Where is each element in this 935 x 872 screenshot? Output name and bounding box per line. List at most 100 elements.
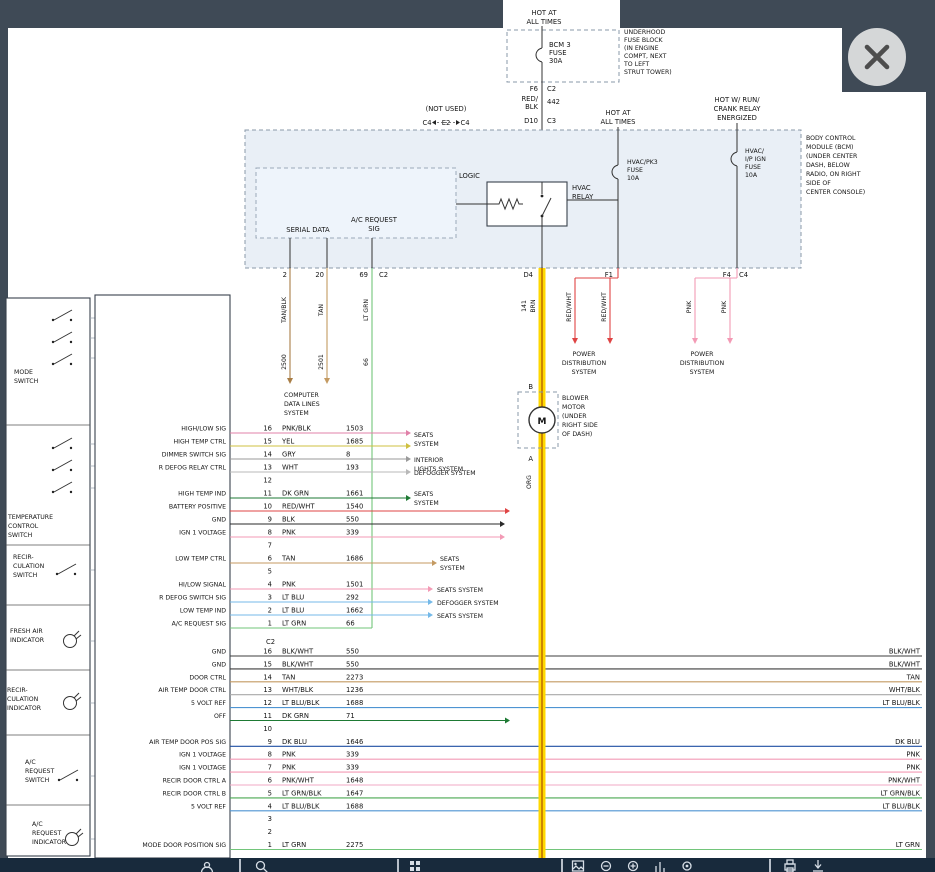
wire-color-label: GRY [282,451,297,459]
signal-label: GND [212,661,226,668]
hot-at-all-times-mid: HOT ATALL TIMES [600,109,635,126]
circuit-number: 2500 [281,354,288,370]
circuit-number: 71 [346,712,355,720]
wire-color-label: BLK [282,516,295,524]
signal-label: AIR TEMP DOOR POS SIG [149,739,226,746]
wire-color-label: LT GRN [896,841,920,849]
circuit-number: 1648 [346,777,363,785]
signal-label: R DEFOG RELAY CTRL [159,465,227,472]
pin-number: 10 [263,503,272,511]
wire-color-label: BLK/WHT [282,648,314,656]
close-button[interactable] [848,28,906,86]
conn-c2: C2 [547,85,556,93]
hot-run-crank-label: HOT W/ RUN/CRANK RELAYENERGIZED [714,96,762,122]
wire-color-label: BLK/WHT [889,648,921,656]
pin-69: 69 [359,271,368,279]
circuit-number: 141 [521,300,528,312]
wire-color-label: TAN [281,673,295,681]
wire-color-label: RED/WHT [282,503,315,511]
system-label: SYSTEM [440,565,465,572]
signal-label: HIGH TEMP CTRL [174,439,227,446]
serial-data-label: SERIAL DATA [286,226,330,234]
wire-color-label: LT GRN [282,841,306,849]
wire-color-label: RED/WHT [601,292,608,322]
logic-label: LOGIC [459,172,480,180]
pin-number: 12 [263,477,272,485]
pin-number: 4 [268,581,272,589]
pin-c4: C4 [422,119,431,127]
bottom-toolbar [0,858,935,872]
pin-d10: D10 [524,117,538,125]
wire-color-label: TAN [906,673,920,681]
wire-color-label: PNK [282,751,296,759]
pin-number: 11 [263,712,272,720]
wire-color-label: TAN [318,304,325,318]
wire-color-label: PNK [282,764,296,772]
system-label: DEFOGGER SYSTEM [437,600,499,607]
wire-color-label: RED/WHT [566,292,573,322]
signal-label: BATTERY POSITIVE [169,504,226,511]
pin-number: 14 [263,451,272,459]
pin-number: 11 [263,490,272,498]
pin-number: 9 [268,516,272,524]
signal-label: LOW TEMP CTRL [175,556,226,563]
circuit-number: 550 [346,660,359,668]
pin-number: 1 [268,841,272,849]
pin-number: 10 [263,725,272,733]
circuit-number: 1646 [346,738,363,746]
signal-label: 5 VOLT REF [191,803,226,810]
circuit-number: 1662 [346,607,363,615]
pin-number: 2 [268,607,272,615]
wire-color-label: LT BLU [282,594,304,602]
pin-a: A [528,455,533,463]
highlighted-wire[interactable] [539,268,546,858]
motor-m-label: M [538,417,547,427]
signal-label: OFF [214,713,226,720]
system-label: SEATS [440,556,459,563]
signal-label: RECIR DOOR CTRL A [163,778,227,785]
pin-c4: C4 [460,119,469,127]
circuit-number: 1661 [346,490,363,498]
wire-color-label: LT BLU [282,607,304,615]
wire-color-label: LT BLU/BLK [282,699,320,707]
circuit-number: 1685 [346,438,363,446]
pin-number: 13 [263,686,272,694]
pin-e2: E2 [442,119,451,127]
signal-label: MODE DOOR POSITION SIG [142,842,226,849]
signal-label: LOW TEMP IND [180,608,226,615]
wire-color-label: DK GRN [282,712,309,720]
pin-number: 6 [268,777,272,785]
circuit-number: 66 [346,620,355,628]
circuit-number: 193 [346,464,359,472]
wire-color-label: PNK/WHT [888,777,921,785]
system-label: DEFOGGER SYSTEM [414,470,476,477]
wire-color-label: DK BLU [282,738,307,746]
wire-color-label: PNK [282,529,296,537]
pin-number: 4 [268,802,272,810]
pin-number: 16 [263,425,272,433]
pin-number: 6 [268,555,272,563]
pin-number: 8 [268,529,272,537]
circuit-number: 1686 [346,555,363,563]
signal-label: 5 VOLT REF [191,700,226,707]
wire-color-label: DK BLU [895,738,920,746]
left-switch-panel: MODESWITCH TEMPERATURECONTROLSWITCH RECI… [6,298,95,856]
circuit-number: 339 [346,751,359,759]
wire-color-label: PNK [686,300,693,313]
circuit-number: 66 [363,358,370,366]
wire-color-label: YEL [281,438,294,446]
circuit-number: 1647 [346,789,363,797]
wire-color-label: TAN [281,555,295,563]
wire-color-label: WHT/BLK [282,686,314,694]
wire-color-label: WHT [282,464,299,472]
pin-number: 16 [263,648,272,656]
circuit-number: 442 [547,98,560,106]
wire-color-label: PNK/BLK [282,425,311,433]
wire-color-label: BLK/WHT [282,660,314,668]
diagram-viewer: MODESWITCH TEMPERATURECONTROLSWITCH RECI… [0,0,935,872]
circuit-number: 1503 [346,425,363,433]
wire-color-label: ORG [526,475,533,489]
circuit-number: 1236 [346,686,363,694]
pin-number: 8 [268,751,272,759]
pin-d4: D4 [523,271,533,279]
